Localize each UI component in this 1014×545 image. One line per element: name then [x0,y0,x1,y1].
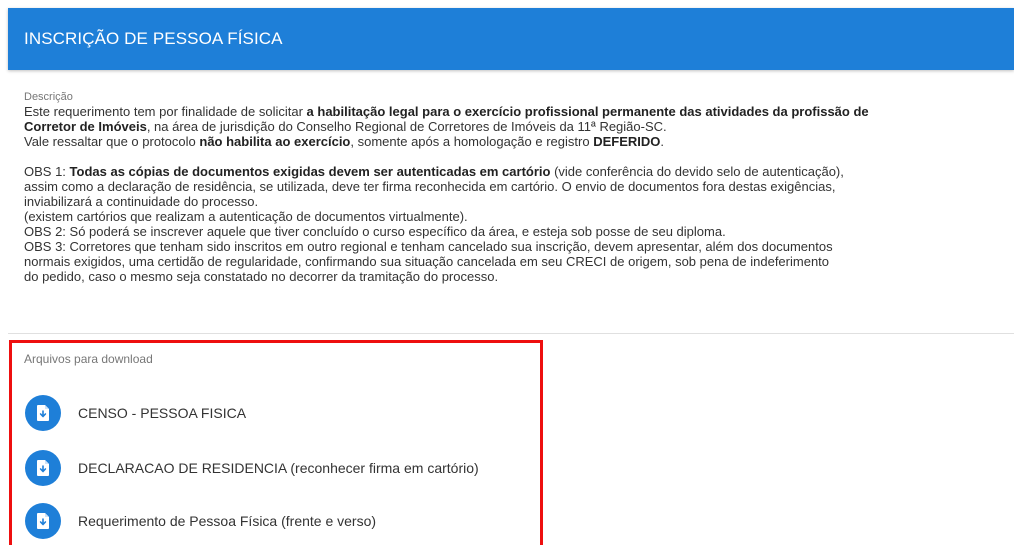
file-download-icon[interactable] [25,450,61,486]
obs1-line: (existem cartórios que realizam a autent… [24,209,468,224]
section-divider [8,333,1014,334]
bold-text: DEFERIDO [593,134,661,149]
text-span: Vale ressaltar que o protocolo [24,134,200,149]
text-span: OBS 1: [24,164,70,179]
page-title: INSCRIÇÃO DE PESSOA FÍSICA [24,29,283,48]
text-span: , somente após a homologação e registro [350,134,594,149]
download-item-declaracao-residencia[interactable]: DECLARACAO DE RESIDENCIA (reconhecer fir… [25,450,479,486]
bold-text: Corretor de Imóveis [24,119,147,134]
download-item-label[interactable]: DECLARACAO DE RESIDENCIA (reconhecer fir… [78,460,479,476]
bold-text: não habilita ao exercício [199,134,351,149]
obs3-line: OBS 3: Corretores que tenham sido inscri… [24,239,833,254]
obs1-line: inviabilizará a continuidade do processo… [24,194,259,209]
text-span: (vide conferência do devido selo de aute… [550,164,844,179]
downloads-label: Arquivos para download [24,352,153,366]
bold-text: Todas as cópias de documentos exigidas d… [69,164,551,179]
bold-text: a habilitação legal para o exercício pro… [306,104,869,119]
text-span: . [660,134,664,149]
obs2-line: OBS 2: Só poderá se inscrever aquele que… [24,224,726,239]
top-strip [0,0,1014,8]
file-download-icon[interactable] [25,503,61,539]
description-line: Corretor de Imóveis, na área de jurisdiç… [24,119,1012,134]
description-line: Vale ressaltar que o protocolo não habil… [24,134,1012,149]
download-item-censo[interactable]: CENSO - PESSOA FISICA [25,395,246,431]
obs1-line: OBS 1: Todas as cópias de documentos exi… [24,164,1012,179]
download-item-requerimento[interactable]: Requerimento de Pessoa Física (frente e … [25,503,376,539]
page-header: INSCRIÇÃO DE PESSOA FÍSICA [8,8,1014,70]
download-item-label[interactable]: CENSO - PESSOA FISICA [78,405,246,421]
download-item-label[interactable]: Requerimento de Pessoa Física (frente e … [78,513,376,529]
file-download-icon[interactable] [25,395,61,431]
obs3-line: normais exigidos, uma certidão de regula… [24,254,830,269]
description-line: Este requerimento tem por finalidade de … [24,104,1012,119]
obs1-line: assim como a declaração de residência, s… [24,179,836,194]
text-span: , na área de jurisdição do Conselho Regi… [146,119,667,134]
obs3-line: do pedido, caso o mesmo seja constatado … [24,269,499,284]
description-text: Este requerimento tem por finalidade de … [24,104,1012,284]
description-label: Descrição [24,91,73,103]
text-span: Este requerimento tem por finalidade de … [24,104,307,119]
